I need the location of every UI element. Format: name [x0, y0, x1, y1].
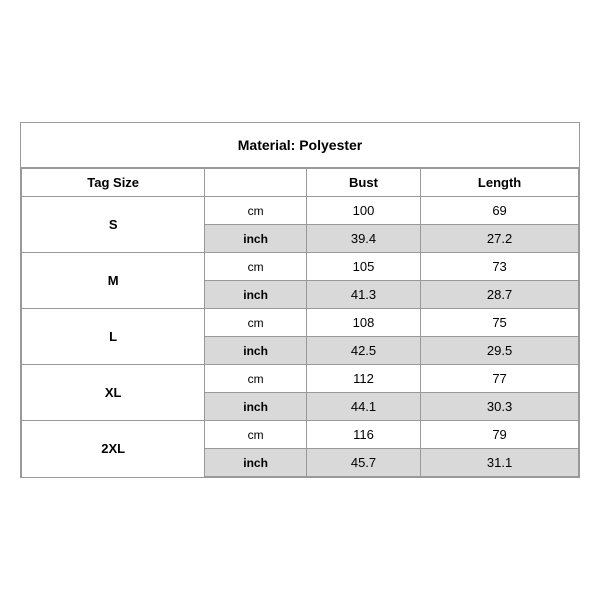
table-row: Mcm10573	[22, 253, 579, 281]
table-row: 2XLcm11679	[22, 421, 579, 449]
cm-bust-cell: 116	[306, 421, 420, 449]
table-row: XLcm11277	[22, 365, 579, 393]
cm-unit-cell: cm	[205, 421, 307, 449]
cm-unit-cell: cm	[205, 197, 307, 225]
inch-bust-cell: 41.3	[306, 281, 420, 309]
cm-unit-cell: cm	[205, 253, 307, 281]
size-cell: M	[22, 253, 205, 309]
inch-length-cell: 31.1	[421, 449, 579, 477]
cm-length-cell: 77	[421, 365, 579, 393]
inch-bust-cell: 39.4	[306, 225, 420, 253]
inch-length-cell: 29.5	[421, 337, 579, 365]
tag-size-header: Tag Size	[22, 169, 205, 197]
cm-length-cell: 73	[421, 253, 579, 281]
cm-bust-cell: 105	[306, 253, 420, 281]
cm-length-cell: 79	[421, 421, 579, 449]
cm-unit-cell: cm	[205, 309, 307, 337]
inch-length-cell: 27.2	[421, 225, 579, 253]
size-cell: XL	[22, 365, 205, 421]
table-row: Scm10069	[22, 197, 579, 225]
table-title: Material: Polyester	[21, 123, 579, 168]
cm-length-cell: 69	[421, 197, 579, 225]
size-cell: S	[22, 197, 205, 253]
cm-length-cell: 75	[421, 309, 579, 337]
inch-bust-cell: 45.7	[306, 449, 420, 477]
inch-unit-cell: inch	[205, 393, 307, 421]
inch-length-cell: 28.7	[421, 281, 579, 309]
header-row: Tag Size Bust Length	[22, 169, 579, 197]
inch-bust-cell: 42.5	[306, 337, 420, 365]
cm-unit-cell: cm	[205, 365, 307, 393]
cm-bust-cell: 108	[306, 309, 420, 337]
cm-bust-cell: 100	[306, 197, 420, 225]
size-chart-table: Tag Size Bust Length Scm10069inch39.427.…	[21, 168, 579, 477]
size-cell: L	[22, 309, 205, 365]
bust-header: Bust	[306, 169, 420, 197]
inch-length-cell: 30.3	[421, 393, 579, 421]
unit-header	[205, 169, 307, 197]
length-header: Length	[421, 169, 579, 197]
cm-bust-cell: 112	[306, 365, 420, 393]
inch-unit-cell: inch	[205, 337, 307, 365]
inch-bust-cell: 44.1	[306, 393, 420, 421]
inch-unit-cell: inch	[205, 281, 307, 309]
inch-unit-cell: inch	[205, 449, 307, 477]
size-cell: 2XL	[22, 421, 205, 477]
inch-unit-cell: inch	[205, 225, 307, 253]
size-chart-wrapper: Material: Polyester Tag Size Bust Length…	[20, 122, 580, 478]
table-row: Lcm10875	[22, 309, 579, 337]
